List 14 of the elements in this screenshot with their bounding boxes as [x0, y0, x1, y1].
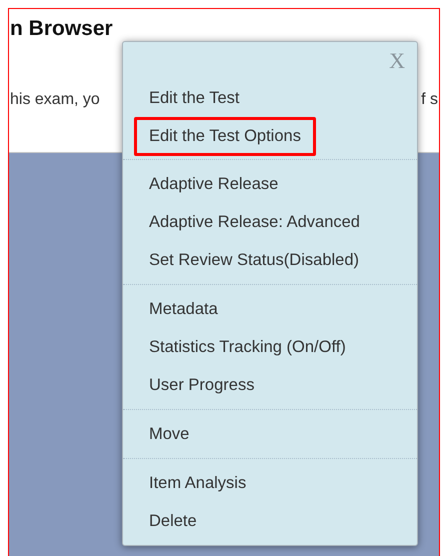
menu-item[interactable]: Edit the Test [134, 78, 255, 118]
page-title: n Browser [10, 16, 114, 42]
body-text: his exam, yo [10, 91, 100, 109]
menu-item[interactable]: Set Review Status(Disabled) [134, 240, 374, 280]
menu-item[interactable]: Adaptive Release [134, 164, 294, 204]
menu-item[interactable]: Metadata [134, 290, 233, 328]
body-text: f s [421, 91, 438, 109]
menu-item[interactable]: Edit the Test Options [134, 116, 316, 156]
menu-item[interactable]: Adaptive Release: Advanced [134, 202, 375, 242]
menu-item[interactable]: User Progress [134, 366, 270, 404]
menu-item[interactable]: Item Analysis [134, 464, 262, 502]
menu-item[interactable]: Move [134, 414, 204, 454]
menu-item[interactable]: Statistics Tracking (On/Off) [134, 328, 361, 366]
menu-item[interactable]: Delete [134, 502, 212, 540]
